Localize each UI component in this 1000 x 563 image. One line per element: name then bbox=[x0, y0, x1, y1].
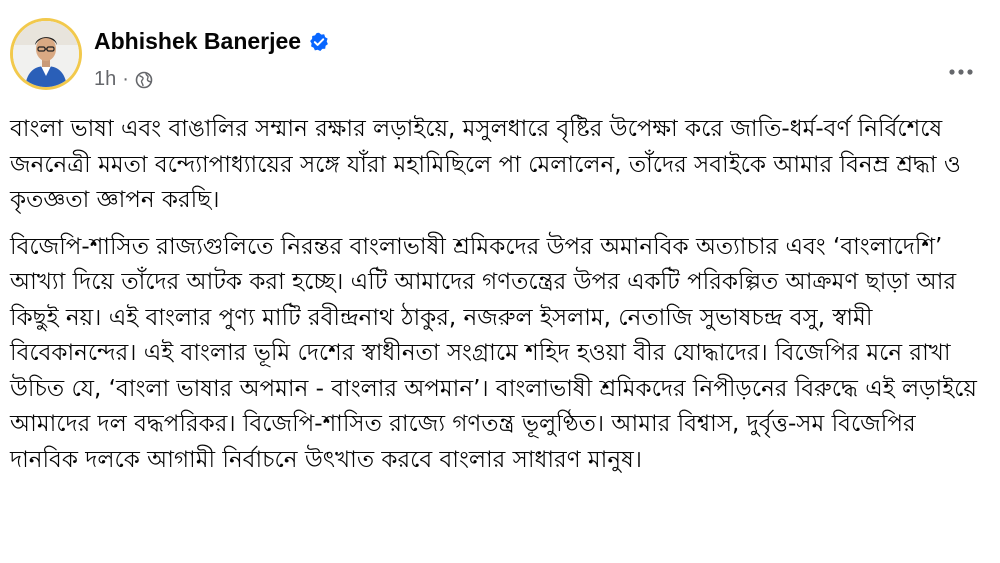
author-row: Abhishek Banerjee bbox=[94, 28, 329, 55]
post-paragraph-2: বিজেপি-শাসিত রাজ্যগুলিতে নিরন্তর বাংলাভা… bbox=[10, 233, 977, 473]
meta-separator: · bbox=[122, 68, 129, 90]
facebook-post: Abhishek Banerjee 1h · বাংলা ভাষা এবং বা… bbox=[0, 0, 1000, 563]
more-options-icon bbox=[949, 60, 973, 79]
post-text: বাংলা ভাষা এবং বাঙালির সম্মান রক্ষার লড়… bbox=[10, 112, 985, 478]
post-timestamp[interactable]: 1h bbox=[94, 68, 116, 91]
more-options-button[interactable] bbox=[946, 54, 976, 84]
post-meta: 1h · bbox=[94, 68, 153, 91]
globe-icon[interactable] bbox=[135, 71, 153, 89]
post-header: Abhishek Banerjee 1h · bbox=[10, 18, 990, 102]
avatar[interactable] bbox=[10, 18, 82, 90]
profile-photo bbox=[13, 21, 79, 87]
verified-badge-icon bbox=[309, 32, 329, 52]
post-paragraph-1: বাংলা ভাষা এবং বাঙালির সম্মান রক্ষার লড়… bbox=[10, 116, 961, 213]
author-name[interactable]: Abhishek Banerjee bbox=[94, 28, 301, 55]
